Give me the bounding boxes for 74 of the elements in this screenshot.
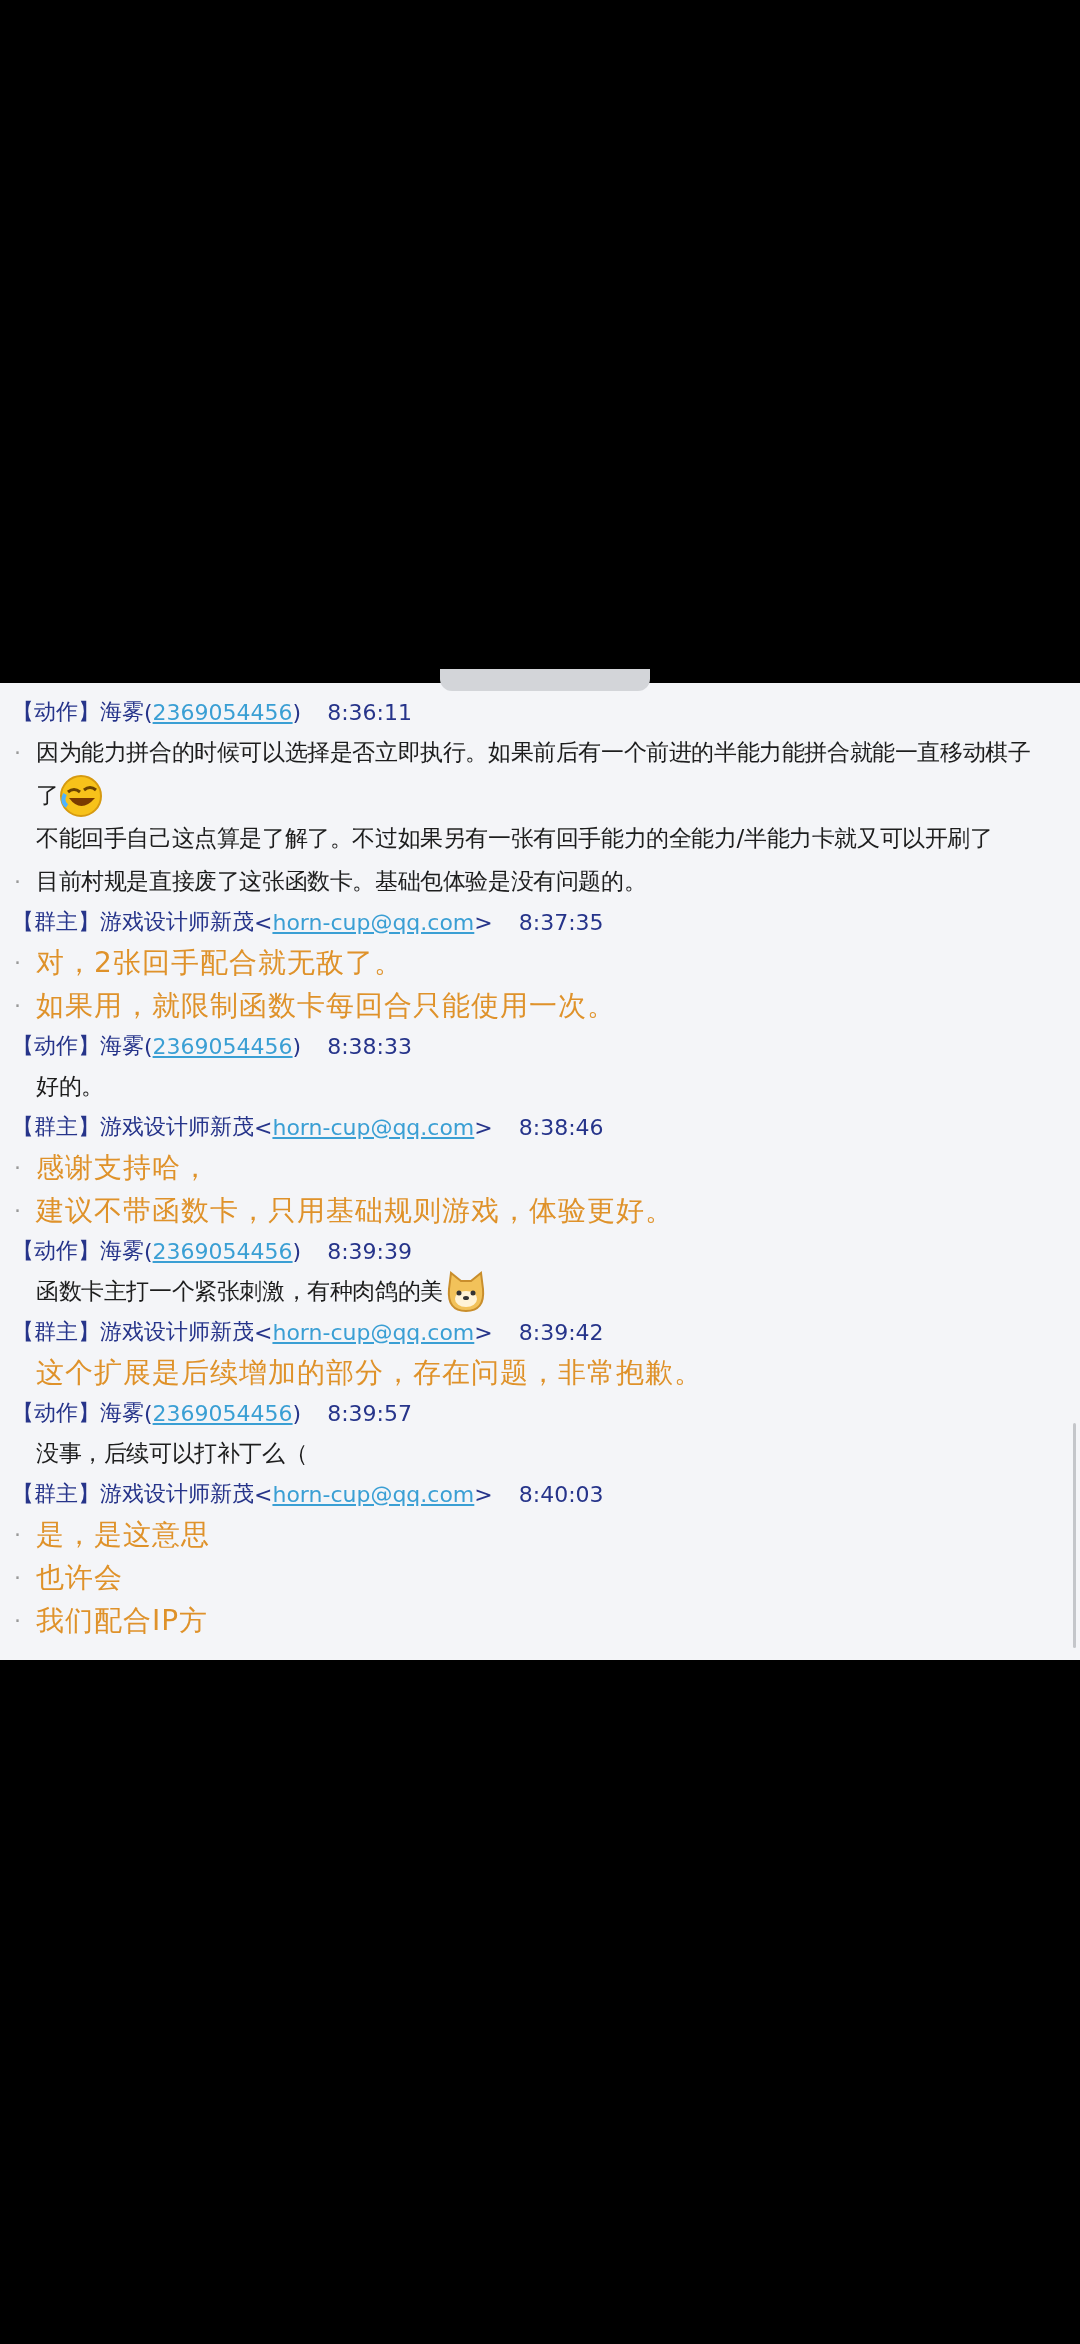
- bullet-mark: ·: [14, 950, 22, 975]
- message-text: 好的。: [36, 1072, 104, 1101]
- role-tag: 【动作】: [12, 1031, 100, 1061]
- message-time: 8:39:57: [327, 1400, 412, 1426]
- bracket: (: [144, 1033, 153, 1059]
- message-text: 因为能力拼合的时候可以选择是否立即执行。如果前后有一个前进的半能力能拼合就能一直移动棋子: [36, 738, 1031, 767]
- message-text: 是，是这意思: [36, 1516, 210, 1553]
- role-tag: 【动作】: [12, 1236, 100, 1266]
- message-text: 感谢支持哈，: [36, 1149, 210, 1186]
- sender-name: 游戏设计师新茂: [100, 1480, 254, 1508]
- contact-link[interactable]: 2369054456: [152, 699, 293, 725]
- bullet-mark: ·: [14, 1608, 22, 1633]
- role-tag: 【群主】: [12, 907, 100, 937]
- message-text: 建议不带函数卡，只用基础规则游戏，体验更好。: [36, 1192, 674, 1229]
- bullet-mark: ·: [14, 740, 21, 765]
- message-text: 我们配合IP方: [36, 1602, 209, 1639]
- bracket: <: [254, 909, 273, 935]
- sender-name: 海雾: [100, 698, 144, 726]
- role-tag: 【动作】: [12, 1398, 100, 1428]
- contact-link[interactable]: horn-cup@qq.com: [272, 1319, 475, 1345]
- message-text: 函数卡主打一个紧张刺激，有种肉鸽的美: [36, 1277, 443, 1306]
- bullet-mark: ·: [14, 1565, 22, 1590]
- bracket: (: [144, 1400, 153, 1426]
- role-tag: 【群主】: [12, 1112, 100, 1142]
- role-tag: 【群主】: [12, 1479, 100, 1509]
- bracket: <: [254, 1319, 273, 1345]
- message-text: 目前村规是直接废了这张函数卡。基础包体验是没有问题的。: [36, 867, 647, 896]
- bracket: >: [474, 1114, 493, 1140]
- sender-name: 游戏设计师新茂: [100, 1113, 254, 1141]
- bullet-mark: ·: [14, 869, 21, 894]
- message-time: 8:37:35: [518, 909, 604, 935]
- contact-link[interactable]: 2369054456: [152, 1238, 293, 1264]
- message-text: 对，2张回手配合就无敌了。: [36, 944, 403, 981]
- scrollbar[interactable]: [1073, 1423, 1076, 1648]
- bracket: >: [474, 1481, 493, 1507]
- message-time: 8:39:42: [518, 1319, 604, 1345]
- bracket: ): [292, 1400, 302, 1426]
- message-text: 也许会: [36, 1559, 123, 1596]
- bracket: ): [292, 699, 302, 725]
- bracket: <: [254, 1114, 273, 1140]
- message-text: 如果用，就限制函数卡每回合只能使用一次。: [36, 987, 616, 1024]
- message-time: 8:38:46: [518, 1114, 604, 1140]
- message-text: 这个扩展是后续增加的部分，存在问题，非常抱歉。: [36, 1354, 703, 1391]
- message-text: 没事，后续可以打补丁么（: [36, 1439, 308, 1468]
- bullet-mark: ·: [14, 993, 22, 1018]
- bullet-mark: ·: [14, 1522, 22, 1547]
- message-time: 8:36:11: [327, 699, 412, 725]
- sender-name: 游戏设计师新茂: [100, 1318, 254, 1346]
- bracket: (: [144, 1238, 153, 1264]
- sender-name: 游戏设计师新茂: [100, 908, 254, 936]
- bracket: >: [474, 909, 493, 935]
- role-tag: 【动作】: [12, 697, 100, 727]
- role-tag: 【群主】: [12, 1317, 100, 1347]
- message-time: 8:38:33: [327, 1033, 412, 1059]
- bracket: >: [474, 1319, 493, 1345]
- contact-link[interactable]: horn-cup@qq.com: [272, 1481, 475, 1507]
- message-text: 不能回手自己这点算是了解了。不过如果另有一张有回手能力的全能力/半能力卡就又可以开刷了: [36, 824, 993, 853]
- message-time: 8:40:03: [518, 1481, 604, 1507]
- sender-name: 海雾: [100, 1032, 144, 1060]
- floating-tab[interactable]: [440, 669, 650, 691]
- bracket: (: [144, 699, 153, 725]
- sender-name: 海雾: [100, 1399, 144, 1427]
- bullet-mark: ·: [14, 1198, 22, 1223]
- contact-link[interactable]: horn-cup@qq.com: [272, 909, 475, 935]
- bullet-mark: ·: [14, 1155, 22, 1180]
- message-time: 8:39:39: [327, 1238, 412, 1264]
- contact-link[interactable]: horn-cup@qq.com: [272, 1114, 475, 1140]
- contact-link[interactable]: 2369054456: [152, 1033, 293, 1059]
- message-text: 了: [36, 781, 59, 810]
- bracket: ): [292, 1238, 302, 1264]
- bracket: ): [292, 1033, 302, 1059]
- bracket: <: [254, 1481, 273, 1507]
- sender-name: 海雾: [100, 1237, 144, 1265]
- contact-link[interactable]: 2369054456: [152, 1400, 293, 1426]
